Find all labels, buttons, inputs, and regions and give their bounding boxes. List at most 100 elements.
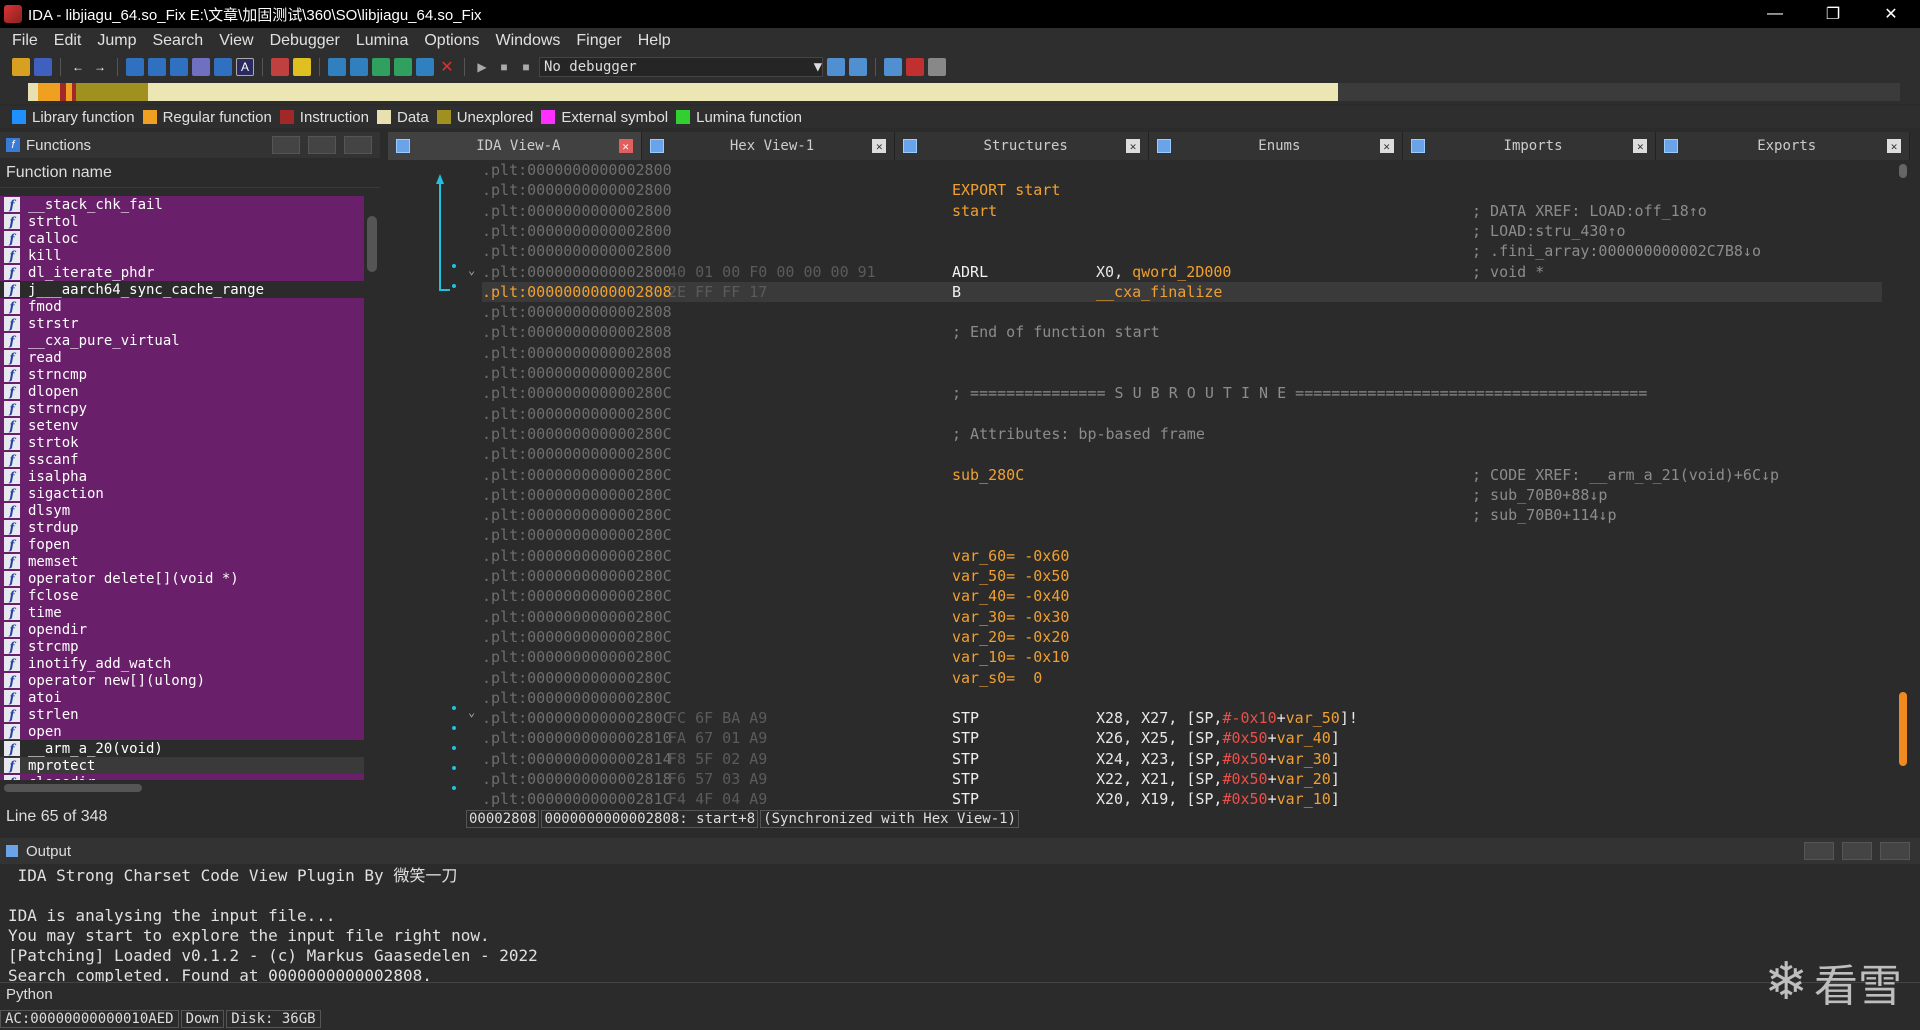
disasm-line[interactable]: .plt:0000000000002808 ; End of function s…	[482, 322, 1882, 342]
open-file-icon[interactable]	[12, 58, 30, 76]
xref-comment[interactable]: ; CODE XREF: __arm_a_21(void)+6C↓p	[1472, 466, 1779, 484]
function-row[interactable]: f strtol	[0, 213, 364, 230]
trace-icon[interactable]	[350, 58, 368, 76]
disasm-line[interactable]: .plt:0000000000002800 40 01 00 F0 00 00 0…	[482, 262, 1882, 282]
maximize-button[interactable]: ❐	[1804, 0, 1862, 28]
delete-icon[interactable]: ✕	[438, 58, 456, 76]
function-row[interactable]: f sscanf	[0, 451, 364, 468]
patch-icon[interactable]	[372, 58, 390, 76]
function-name-column[interactable]: Function name	[0, 158, 380, 188]
menu-lumina[interactable]: Lumina	[356, 32, 408, 50]
string-icon[interactable]: A	[236, 58, 254, 76]
code-label[interactable]: var_50= -0x50	[952, 567, 1069, 585]
pause-icon[interactable]: ■	[495, 58, 513, 76]
tab-structures[interactable]: Structures ✕	[895, 132, 1150, 160]
disasm-line[interactable]: .plt:0000000000002800	[482, 160, 1882, 180]
function-row[interactable]: f closedir	[0, 774, 364, 780]
code-label[interactable]: var_40= -0x40	[952, 587, 1069, 605]
code-label[interactable]: var_10= -0x10	[952, 648, 1069, 666]
function-row[interactable]: f strncmp	[0, 366, 364, 383]
xref-comment[interactable]: ; void *	[1472, 263, 1544, 281]
disasm-line[interactable]: .plt:000000000000280C	[482, 404, 1882, 424]
xref-comment[interactable]: ; sub_70B0+114↓p	[1472, 506, 1617, 524]
function-row[interactable]: f kill	[0, 247, 364, 264]
python-input[interactable]: Python	[0, 982, 1920, 1006]
debugger-select[interactable]: No debugger ▼	[539, 57, 823, 77]
menu-jump[interactable]: Jump	[97, 32, 136, 50]
close-button[interactable]: ✕	[1862, 0, 1920, 28]
flag-icon[interactable]	[906, 58, 924, 76]
disassembly-view[interactable]: ⌄ ⌄ .plt:0000000000002800 .plt:0000000000…	[388, 160, 1910, 808]
disasm-line[interactable]: .plt:000000000000280C	[482, 525, 1882, 545]
menu-edit[interactable]: Edit	[54, 32, 82, 50]
function-row[interactable]: f fopen	[0, 536, 364, 553]
run-icon[interactable]: ▶	[473, 58, 491, 76]
disasm-line[interactable]: .plt:000000000000280C ; Attributes: bp-ba…	[482, 424, 1882, 444]
tab-exports[interactable]: Exports ✕	[1656, 132, 1911, 160]
code-icon[interactable]	[126, 58, 144, 76]
array-icon[interactable]	[170, 58, 188, 76]
disasm-line[interactable]: .plt:0000000000002800 EXPORT start	[482, 180, 1882, 200]
panel-close-button[interactable]	[344, 136, 372, 154]
disasm-line[interactable]: .plt:0000000000002800 ; LOAD:stru_430↑o	[482, 221, 1882, 241]
menu-help[interactable]: Help	[638, 32, 671, 50]
function-row[interactable]: f time	[0, 604, 364, 621]
menu-options[interactable]: Options	[424, 32, 479, 50]
function-row[interactable]: f sigaction	[0, 485, 364, 502]
function-row[interactable]: f setenv	[0, 417, 364, 434]
disasm-line[interactable]: .plt:0000000000002814 F8 5F 02 A9 STP X24, …	[482, 749, 1882, 769]
disasm-line[interactable]: .plt:0000000000002808 2E FF FF 17 B __cxa_f…	[482, 281, 1882, 302]
panel-restore-button[interactable]	[308, 136, 336, 154]
lumina-icon[interactable]	[293, 58, 311, 76]
functions-scrollbar[interactable]	[364, 196, 380, 780]
code-label[interactable]: var_s0= 0	[952, 669, 1042, 687]
output-restore-button[interactable]	[1842, 842, 1872, 860]
disasm-line[interactable]: .plt:000000000000280C	[482, 363, 1882, 383]
disasm-line[interactable]: .plt:000000000000280C	[482, 444, 1882, 464]
output-close-button[interactable]	[1880, 842, 1910, 860]
function-row[interactable]: f strdup	[0, 519, 364, 536]
attach-icon[interactable]	[827, 58, 845, 76]
function-row[interactable]: f atoi	[0, 689, 364, 706]
disasm-line[interactable]: .plt:000000000000280C ; sub_70B0+114↓p	[482, 505, 1882, 525]
xref-comment[interactable]: ; .fini_array:000000000002C7B8↓o	[1472, 242, 1761, 260]
function-row[interactable]: f read	[0, 349, 364, 366]
xref-comment[interactable]: ; sub_70B0+88↓p	[1472, 486, 1607, 504]
operands[interactable]: X26, X25, [SP,#0x50+var_40]	[1096, 729, 1340, 747]
function-row[interactable]: f dl_iterate_phdr	[0, 264, 364, 281]
disasm-line[interactable]: .plt:0000000000002808	[482, 302, 1882, 322]
modules-icon[interactable]	[884, 58, 902, 76]
data-icon[interactable]	[148, 58, 166, 76]
operands[interactable]: X22, X21, [SP,#0x50+var_20]	[1096, 770, 1340, 788]
function-row[interactable]: f open	[0, 723, 364, 740]
disasm-line[interactable]: .plt:000000000000281C F4 4F 04 A9 STP X20, …	[482, 789, 1882, 808]
disasm-line[interactable]: .plt:0000000000002810 FA 67 01 A9 STP X26, …	[482, 728, 1882, 748]
tab-close-icon[interactable]: ✕	[1126, 139, 1141, 153]
function-row[interactable]: f fclose	[0, 587, 364, 604]
menu-finger[interactable]: Finger	[576, 32, 621, 50]
tab-hex-view-1[interactable]: Hex View-1 ✕	[641, 132, 896, 160]
menu-file[interactable]: File	[12, 32, 38, 50]
function-icon[interactable]	[214, 58, 232, 76]
menu-view[interactable]: View	[219, 32, 253, 50]
function-row[interactable]: f mprotect	[0, 757, 364, 774]
tab-close-icon[interactable]: ✕	[1379, 139, 1394, 153]
functions-hscrollbar[interactable]	[0, 782, 364, 794]
disasm-line[interactable]: .plt:000000000000280C	[482, 688, 1882, 708]
function-row[interactable]: f strstr	[0, 315, 364, 332]
operands[interactable]: X28, X27, [SP,#-0x10+var_50]!	[1096, 709, 1358, 727]
tab-enums[interactable]: Enums ✕	[1149, 132, 1403, 160]
stop-icon[interactable]: ■	[517, 58, 535, 76]
function-row[interactable]: f inotify_add_watch	[0, 655, 364, 672]
process-icon[interactable]	[849, 58, 867, 76]
menu-debugger[interactable]: Debugger	[270, 32, 340, 50]
disasm-line[interactable]: .plt:000000000000280C var_10= -0x10	[482, 647, 1882, 667]
disasm-line[interactable]: .plt:000000000000280C ; sub_70B0+88↓p	[482, 485, 1882, 505]
disasm-line[interactable]: .plt:000000000000280C var_50= -0x50	[482, 566, 1882, 586]
graph-icon[interactable]	[271, 58, 289, 76]
disasm-line[interactable]: .plt:0000000000002800 start ; DATA XREF: L…	[482, 201, 1882, 221]
add-icon[interactable]	[394, 58, 412, 76]
function-row[interactable]: f strcmp	[0, 638, 364, 655]
disasm-line[interactable]: .plt:000000000000280C var_30= -0x30	[482, 607, 1882, 627]
function-row[interactable]: f dlopen	[0, 383, 364, 400]
